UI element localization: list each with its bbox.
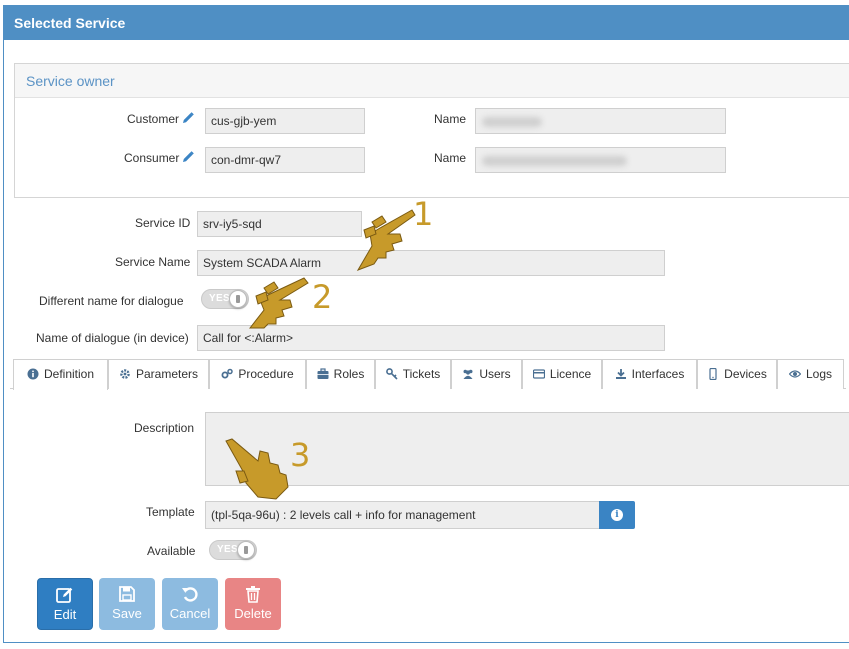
service-id-label: Service ID (135, 216, 191, 230)
credit-card-icon (532, 369, 545, 379)
gears-icon (221, 368, 234, 379)
tab-bar: Definition Parameters Procedure Roles Ti… (10, 359, 846, 390)
service-owner-title: Service owner (15, 64, 849, 98)
pointing-hand-icon (356, 209, 416, 271)
tab-devices[interactable]: Devices (697, 359, 777, 389)
redacted-text (482, 117, 542, 127)
selected-service-panel: Selected Service Service owner (3, 5, 849, 643)
dialogue-name-label: Name of dialogue (in device) (36, 331, 189, 345)
annotation-number-2: 2 (312, 278, 333, 316)
consumer-field[interactable]: con-dmr-qw7 (205, 147, 365, 173)
service-name-label: Service Name (115, 255, 191, 269)
service-id-field[interactable]: srv-iy5-sqd (197, 211, 362, 237)
tab-logs[interactable]: Logs (777, 359, 844, 389)
briefcase-icon (317, 368, 329, 379)
customer-name-field[interactable] (475, 108, 726, 134)
tab-interfaces[interactable]: Interfaces (602, 359, 697, 389)
available-label: Available (147, 544, 196, 558)
floppy-disk-icon (119, 586, 135, 602)
different-name-toggle[interactable]: YES (201, 289, 249, 309)
different-name-label: Different name for dialogue (39, 294, 184, 308)
tab-procedure[interactable]: Procedure (209, 359, 306, 389)
edit-button[interactable]: Edit (37, 578, 93, 630)
trash-icon (246, 586, 260, 603)
tab-definition[interactable]: Definition (13, 359, 108, 390)
delete-button[interactable]: Delete (225, 578, 281, 630)
pointing-hand-icon (225, 438, 289, 500)
save-button[interactable]: Save (99, 578, 155, 630)
annotation-number-1: 1 (413, 195, 434, 233)
description-label: Description (134, 421, 195, 435)
tab-licence[interactable]: Licence (522, 359, 602, 389)
info-circle-icon (27, 368, 39, 380)
download-icon (615, 369, 626, 379)
info-icon: i (611, 509, 623, 521)
eye-icon (788, 370, 802, 378)
gear-icon (120, 369, 130, 379)
tab-roles[interactable]: Roles (306, 359, 375, 389)
available-toggle[interactable]: YES (209, 540, 257, 560)
edit-icon (56, 587, 73, 603)
customer-name-label: Name (434, 112, 467, 126)
toggle-knob (237, 541, 255, 559)
customer-label: Customer (127, 112, 194, 126)
consumer-label: Consumer (124, 151, 195, 165)
tab-users[interactable]: Users (451, 359, 522, 389)
redacted-text (482, 156, 627, 166)
template-info-button[interactable]: i (599, 501, 635, 529)
cancel-button[interactable]: Cancel (162, 578, 218, 630)
consumer-name-field[interactable] (475, 147, 726, 173)
mobile-icon (709, 367, 717, 381)
tab-tickets[interactable]: Tickets (375, 359, 451, 389)
users-icon (463, 369, 473, 379)
customer-field[interactable]: cus-gjb-yem (205, 108, 365, 134)
annotation-number-3: 3 (290, 436, 311, 474)
panel-title: Selected Service (4, 6, 849, 40)
pointing-hand-icon (248, 277, 309, 329)
undo-icon (182, 587, 198, 602)
template-field[interactable]: (tpl-5qa-96u) : 2 levels call + info for… (205, 501, 600, 529)
pencil-icon[interactable] (182, 151, 195, 163)
toggle-knob (229, 290, 247, 308)
template-label: Template (146, 505, 195, 519)
key-icon (385, 368, 398, 380)
tab-parameters[interactable]: Parameters (108, 359, 209, 389)
consumer-name-label: Name (434, 151, 467, 165)
pencil-icon[interactable] (182, 112, 194, 124)
